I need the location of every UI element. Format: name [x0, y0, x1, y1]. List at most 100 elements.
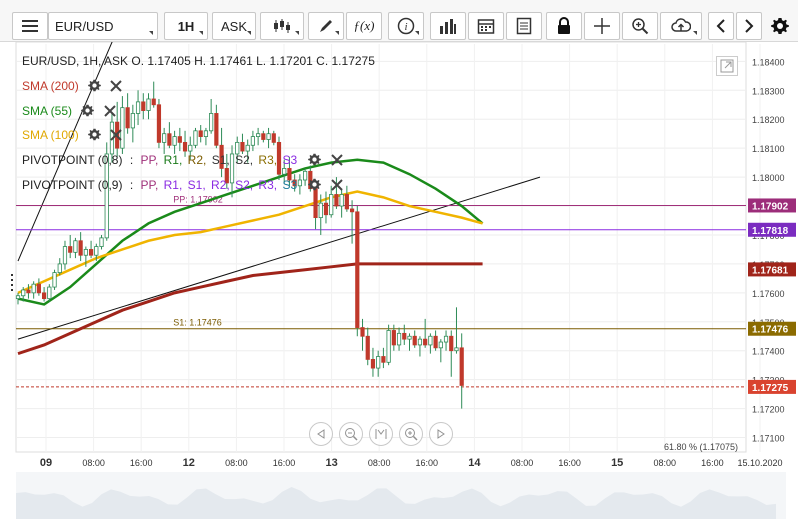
candle-body [261, 133, 266, 140]
calendar-button[interactable] [468, 12, 504, 40]
indicator-label: SMA (200) [22, 79, 79, 94]
symbol-selector[interactable]: EUR/USD [48, 12, 158, 40]
reset-view-button[interactable] [369, 422, 393, 446]
candle-body [177, 136, 182, 143]
chart-area[interactable]: 1.18400 1.18300 1.18200 1.18100 1.18000 1.179… [0, 42, 798, 519]
x-tick-label: 08:00 [82, 458, 105, 468]
candle-body [73, 240, 78, 253]
candle-body [381, 356, 386, 363]
candle-body [240, 141, 245, 152]
x-tick-label: 08:00 [225, 458, 248, 468]
candle-body [172, 136, 177, 146]
close-icon[interactable] [110, 79, 123, 95]
indicators-button[interactable]: ƒ(x) [346, 12, 382, 40]
candle-body [443, 335, 449, 343]
scroll-right-button[interactable] [429, 422, 453, 446]
candle-body [402, 332, 407, 340]
candle-body [135, 101, 141, 114]
next-button[interactable] [736, 12, 762, 40]
close-icon[interactable] [103, 104, 116, 120]
candle-body [62, 246, 68, 265]
dropdown-caret-icon [295, 31, 299, 35]
candle-body [21, 289, 26, 297]
pivot-items: PP, R1, S1, R2, S2, R3, S3 [140, 178, 298, 193]
zoom-in-button[interactable] [399, 422, 423, 446]
indicator-pivot-09[interactable]: PIVOTPOINT (0,9) : PP, R1, S1, R2, S2, R… [22, 178, 343, 194]
close-icon[interactable] [331, 153, 343, 169]
candle-body [376, 356, 381, 369]
crosshair-icon [594, 18, 610, 34]
expand-button[interactable] [716, 56, 738, 76]
price-type-selector[interactable]: ASK [212, 12, 256, 40]
zoom-out-button[interactable] [339, 422, 363, 446]
y-tick-label: 1.17600 [752, 289, 785, 299]
indicator-sma-200[interactable]: SMA (200) [22, 79, 123, 95]
y-tick-label: 1.18100 [752, 144, 785, 154]
indicator-sma-100[interactable]: SMA (100) [22, 128, 123, 144]
timeframe-label: 1H [177, 18, 195, 34]
menu-button[interactable] [12, 12, 48, 40]
gear-icon[interactable] [88, 79, 101, 95]
candle-body [423, 338, 428, 346]
candle-body [78, 240, 83, 256]
reset-icon [375, 429, 387, 439]
close-icon[interactable] [110, 128, 123, 144]
gear-icon[interactable] [308, 153, 322, 169]
candle-body [209, 113, 214, 132]
zoom-out-icon [345, 428, 358, 441]
candle-body [407, 335, 412, 340]
volume-button[interactable] [430, 12, 466, 40]
price-chart[interactable]: 1.18400 1.18300 1.18200 1.18100 1.18000 1.179… [0, 42, 798, 519]
candle-body [323, 202, 329, 216]
indicator-label: SMA (100) [22, 128, 79, 143]
previous-button[interactable] [708, 12, 734, 40]
candle-body [88, 249, 94, 256]
settings-button[interactable] [764, 12, 796, 40]
hamburger-icon [22, 20, 38, 32]
price-tag-label: 1.17275 [752, 383, 789, 394]
lock-button[interactable] [546, 12, 582, 40]
candle-body [318, 202, 323, 219]
level-label: S1: 1.17476 [173, 318, 222, 328]
price-tag-label: 1.17476 [752, 325, 789, 336]
zoom-button[interactable] [622, 12, 658, 40]
candle-body [412, 335, 417, 346]
candle-body [339, 194, 344, 207]
close-icon[interactable] [331, 178, 343, 194]
candle-body [31, 283, 36, 294]
price-type-label: ASK [220, 18, 247, 34]
candle-body [42, 292, 47, 300]
price-tag-label: 1.17681 [752, 265, 789, 276]
symbol-label: EUR/USD [55, 18, 114, 34]
y-tick-label: 1.17200 [752, 405, 785, 415]
plot-frame [15, 42, 747, 453]
crosshair-button[interactable] [584, 12, 620, 40]
candle-body [271, 133, 276, 143]
candle-body [130, 113, 135, 129]
chart-type-button[interactable] [260, 12, 304, 40]
candle-body [365, 335, 370, 360]
gear-icon[interactable] [308, 178, 322, 194]
candle-body [459, 347, 464, 386]
gear-icon[interactable] [88, 128, 101, 144]
cloud-save-button[interactable] [660, 12, 702, 40]
gear-icon[interactable] [81, 104, 95, 120]
info-button[interactable]: i [388, 12, 424, 40]
x-tick-label: 08:00 [368, 458, 391, 468]
candle-body [193, 130, 198, 146]
candle-body [349, 208, 355, 213]
draw-tool-button[interactable] [308, 12, 344, 40]
indicator-sma-55[interactable]: SMA (55) [22, 104, 116, 120]
candle-body [454, 347, 459, 352]
indicator-pivot-08[interactable]: PIVOTPOINT (0,8) : PP, R1, R2, S1, S2, R… [22, 153, 343, 169]
chevron-right-icon [745, 19, 754, 33]
candle-body [83, 249, 88, 256]
news-button[interactable] [506, 12, 542, 40]
scroll-left-button[interactable] [309, 422, 333, 446]
timeframe-selector[interactable]: 1H [164, 12, 208, 40]
triangle-right-icon [437, 429, 445, 439]
candlestick-icon [274, 19, 290, 33]
document-icon [516, 17, 532, 35]
candle-body [141, 101, 146, 111]
dropdown-caret-icon [199, 31, 203, 35]
